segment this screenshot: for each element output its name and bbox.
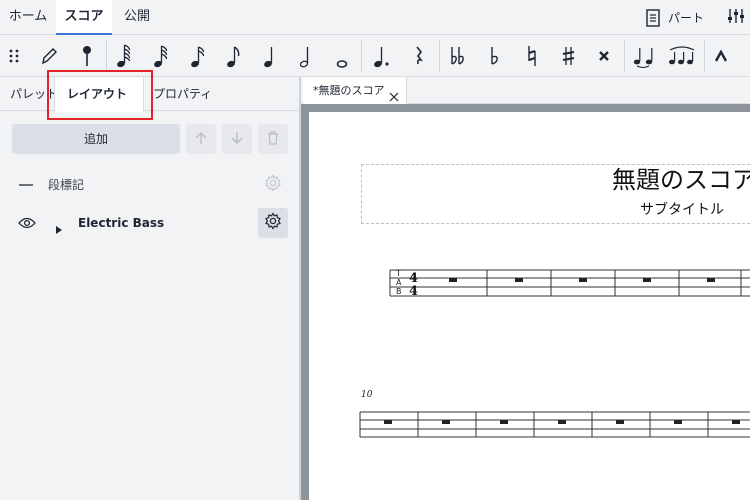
double-flat-icon[interactable] xyxy=(443,35,473,77)
instrument-settings-button[interactable] xyxy=(258,208,288,238)
measure-number: 10 xyxy=(361,390,373,400)
tab-layout[interactable]: レイアウト ··· xyxy=(54,77,144,135)
toolbar-divider xyxy=(106,40,107,72)
trash-icon xyxy=(267,130,279,149)
16th-note-icon[interactable] xyxy=(183,35,213,77)
gear-icon xyxy=(264,174,282,196)
layout-panel: パレット レイアウト ··· プロパティ 追加 段標記 Electric Bas… xyxy=(0,70,299,500)
dash-icon xyxy=(19,184,33,186)
toolbar-divider xyxy=(439,40,440,72)
system-markings-label: 段標記 xyxy=(48,178,85,192)
delete-button[interactable] xyxy=(258,124,288,154)
score-tab-label: *無題のスコア xyxy=(313,84,385,97)
whole-note-icon[interactable] xyxy=(327,35,357,77)
arrow-up-icon xyxy=(195,130,207,149)
system-markings-row[interactable]: 段標記 xyxy=(0,169,299,201)
move-down-button[interactable] xyxy=(222,124,252,154)
parts-icon xyxy=(646,8,660,27)
natural-icon[interactable] xyxy=(517,35,547,77)
arrow-down-icon xyxy=(231,130,243,149)
toolbar-divider xyxy=(704,40,705,72)
menu-bar: ホーム スコア 公開 パート xyxy=(0,0,750,35)
instrument-row[interactable]: Electric Bass xyxy=(0,207,299,239)
tab-clef-a: A xyxy=(396,278,402,287)
menu-tab-score[interactable]: スコア xyxy=(56,0,112,35)
parts-button[interactable]: パート xyxy=(646,0,704,35)
instrument-label: Electric Bass xyxy=(78,216,165,230)
marcato-icon[interactable] xyxy=(706,35,736,77)
flat-icon[interactable] xyxy=(480,35,510,77)
slur-icon[interactable] xyxy=(665,35,699,77)
drag-handle-icon[interactable] xyxy=(0,35,28,77)
parts-label: パート xyxy=(668,11,705,25)
tab-clef-t: T xyxy=(395,269,401,278)
sharp-icon[interactable] xyxy=(553,35,583,77)
tab-palette[interactable]: パレット xyxy=(10,77,58,111)
expand-arrow-icon[interactable] xyxy=(56,219,62,238)
score-tab-bar: *無題のスコア xyxy=(301,77,750,104)
mixer-button[interactable] xyxy=(726,0,746,35)
double-sharp-icon[interactable] xyxy=(589,35,619,77)
rest-icon[interactable] xyxy=(404,35,434,77)
pin-icon[interactable] xyxy=(72,35,102,77)
toolbar-divider xyxy=(624,40,625,72)
score-tab[interactable]: *無題のスコア xyxy=(303,77,407,104)
tab-staff-system-1[interactable]: T A B 4 4 xyxy=(300,260,750,310)
menu-tab-publish[interactable]: 公開 xyxy=(112,0,162,35)
tie-icon[interactable] xyxy=(629,35,659,77)
64th-note-icon[interactable] xyxy=(109,35,139,77)
toolbar-divider xyxy=(361,40,362,72)
half-note-icon[interactable] xyxy=(291,35,321,77)
menu-tab-home[interactable]: ホーム xyxy=(0,0,56,35)
pencil-icon[interactable] xyxy=(34,35,64,77)
score-subtitle[interactable]: サブタイトル xyxy=(640,199,724,219)
tab-staff-system-2[interactable] xyxy=(300,400,750,450)
dotted-note-icon[interactable] xyxy=(367,35,397,77)
move-up-button[interactable] xyxy=(186,124,216,154)
score-title[interactable]: 無題のスコア xyxy=(612,160,750,195)
tab-layout-label: レイアウト xyxy=(67,87,128,101)
quarter-note-icon[interactable] xyxy=(255,35,285,77)
eighth-note-icon[interactable] xyxy=(219,35,249,77)
tab-properties[interactable]: プロパティ xyxy=(153,77,212,111)
add-button[interactable]: 追加 xyxy=(12,124,180,154)
mixer-icon xyxy=(726,7,746,28)
32nd-note-icon[interactable] xyxy=(146,35,176,77)
panel-tabs: パレット レイアウト ··· プロパティ xyxy=(0,70,299,135)
eye-icon[interactable] xyxy=(18,215,36,234)
tab-clef-b: B xyxy=(396,287,402,296)
note-input-toolbar xyxy=(0,35,750,77)
system-markings-settings-button[interactable] xyxy=(258,170,288,200)
time-signature-bottom: 4 xyxy=(409,284,418,299)
gear-icon xyxy=(264,212,282,234)
